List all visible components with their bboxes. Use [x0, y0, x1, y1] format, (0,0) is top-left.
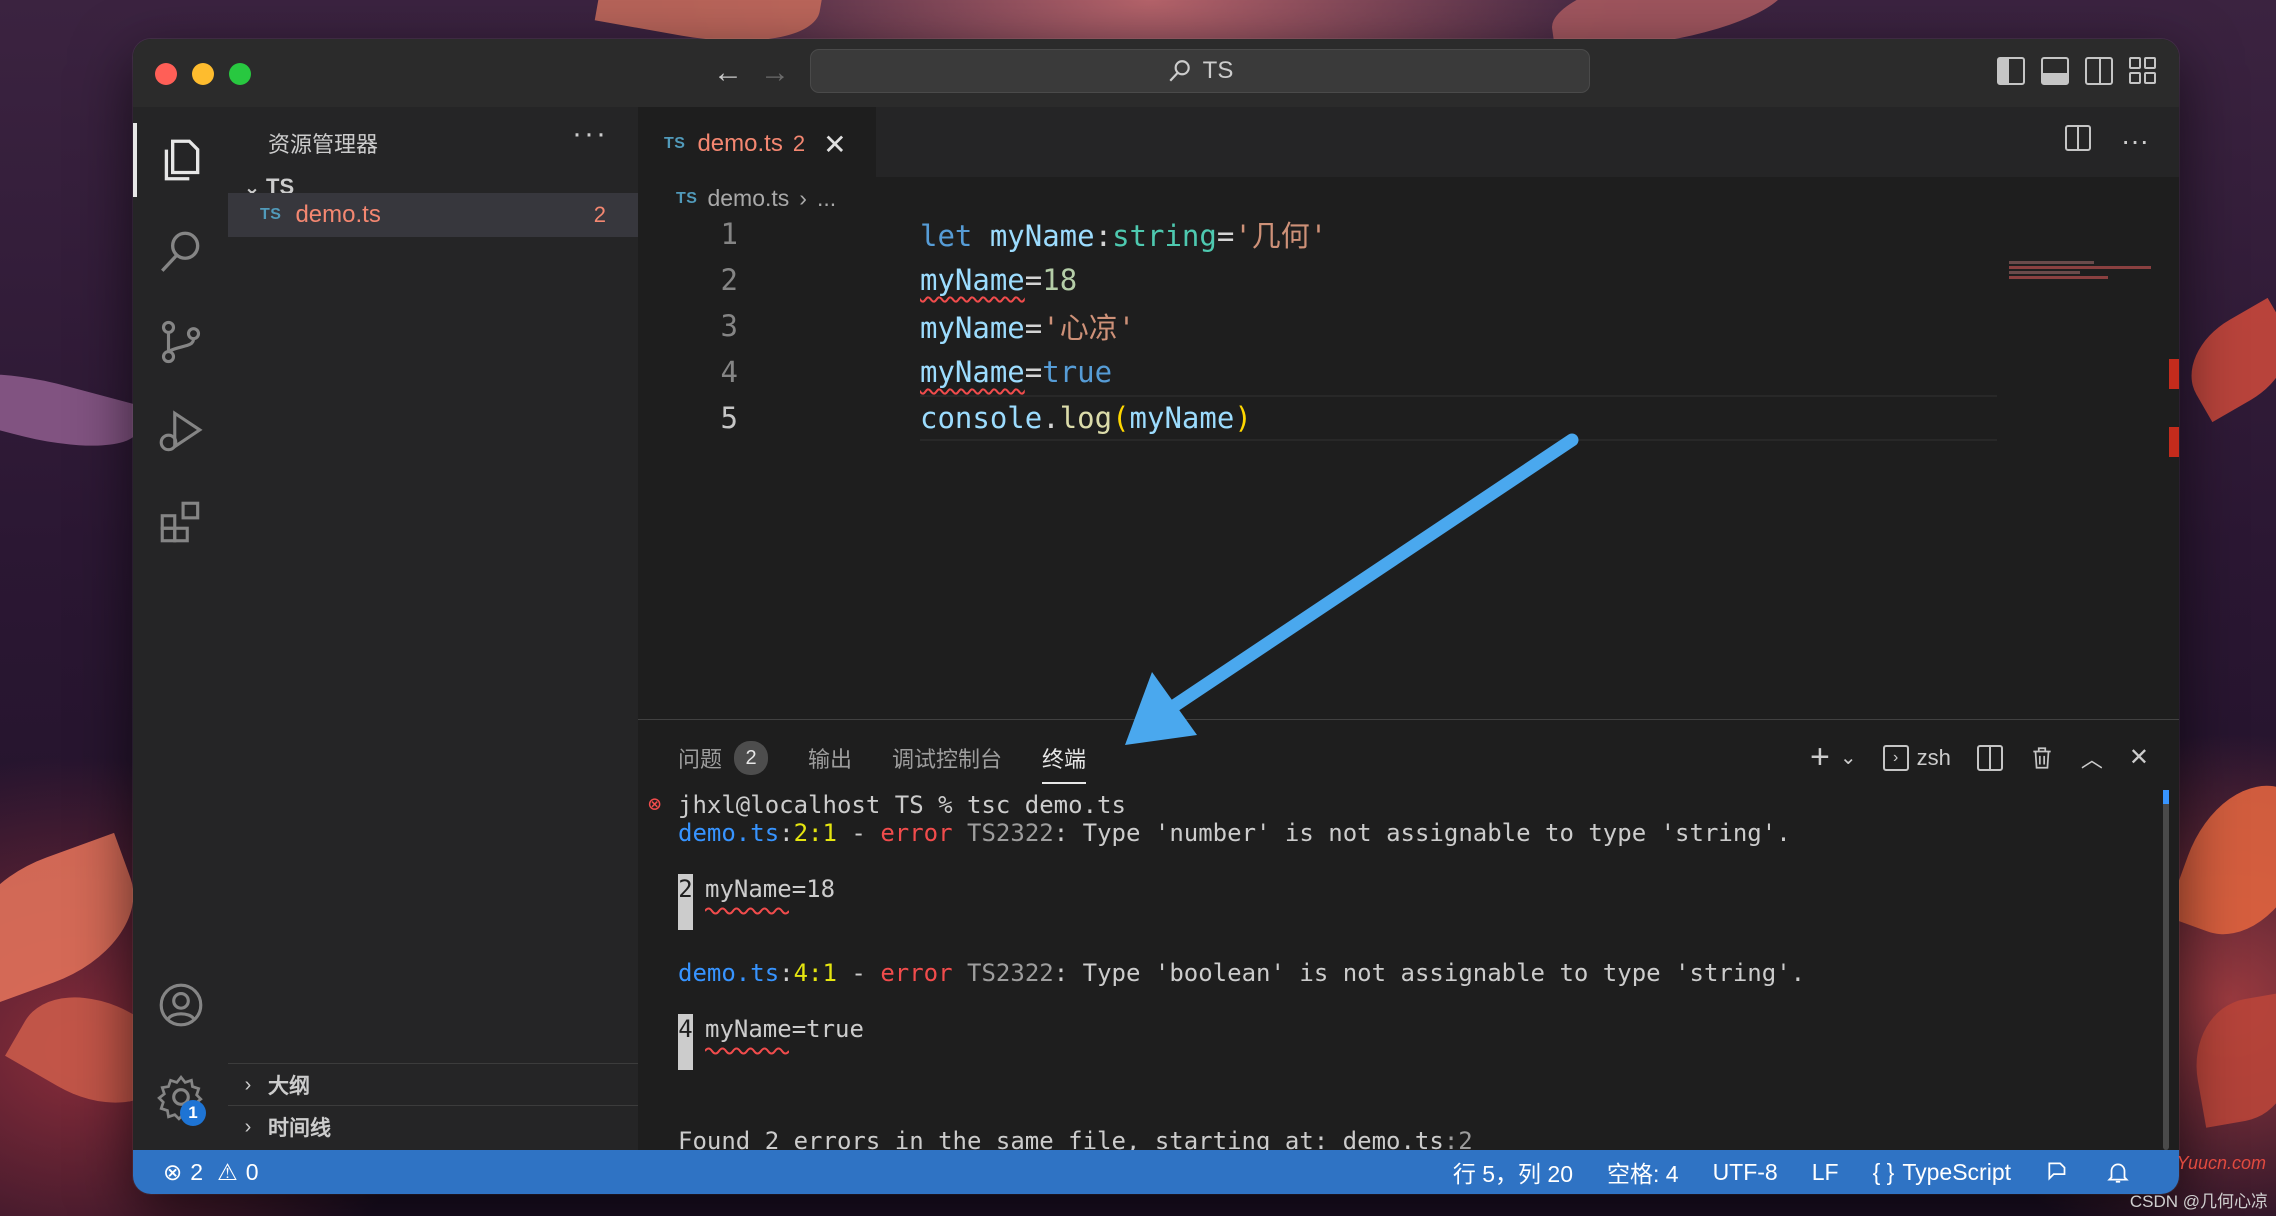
csdn-watermark: CSDN @几何心凉	[2129, 1192, 2268, 1211]
annotation-arrow	[1125, 433, 1579, 745]
yuucn-watermark: Yuucn.com	[2176, 1153, 2266, 1173]
